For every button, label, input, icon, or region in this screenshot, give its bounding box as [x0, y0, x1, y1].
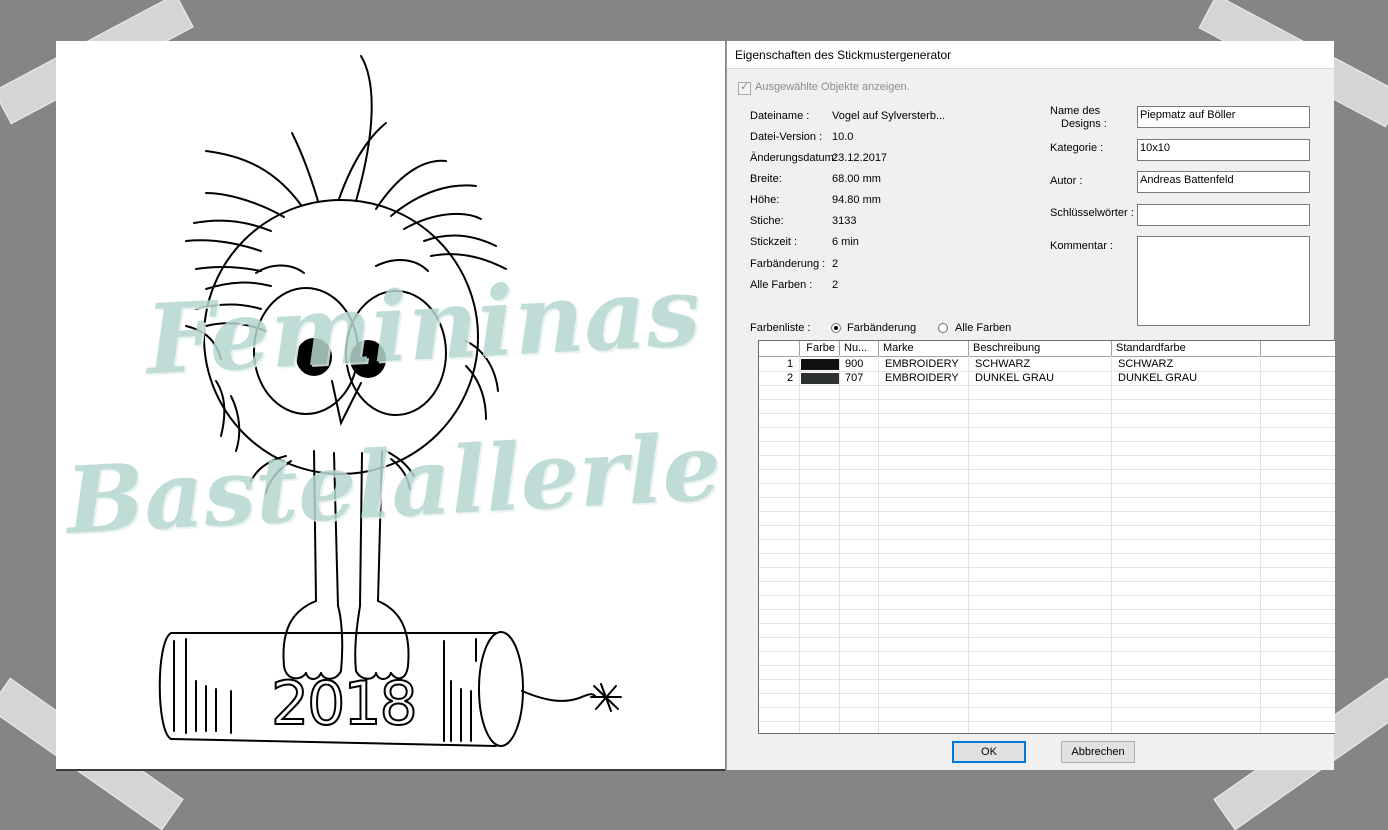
info-value: 3133 — [832, 215, 857, 227]
info-label: Datei-Version : — [750, 131, 823, 143]
radio-all-colors-label: Alle Farben — [955, 322, 1012, 334]
design-canvas[interactable]: Femininas Bastelallerlei 2018 — [56, 41, 725, 771]
keywords-input[interactable] — [1137, 204, 1310, 226]
row-color-swatch — [801, 373, 839, 384]
info-value: 68.00 mm — [832, 173, 881, 185]
col-header-index[interactable] — [759, 341, 800, 356]
bird-design-drawing — [158, 55, 622, 747]
col-header-description[interactable]: Beschreibung — [969, 341, 1112, 356]
info-label: Stickzeit : — [750, 236, 798, 248]
row-brand: EMBROIDERY — [885, 372, 959, 384]
info-label: Breite: — [750, 173, 782, 185]
info-label: Änderungsdatum: — [750, 152, 837, 164]
keywords-label: Schlüsselwörter : — [1050, 207, 1134, 219]
design-name-label-2: Designs : — [1061, 118, 1107, 130]
info-value: Vogel auf Sylversterb... — [832, 110, 946, 122]
cancel-button[interactable]: Abbrechen — [1061, 741, 1135, 763]
row-number: 707 — [845, 372, 864, 384]
row-standard: SCHWARZ — [1118, 358, 1174, 370]
comment-label: Kommentar : — [1050, 240, 1113, 252]
col-header-number[interactable]: Nu... — [840, 341, 879, 356]
radio-all-colors[interactable] — [938, 323, 948, 333]
col-header-color[interactable]: Farbe — [800, 341, 840, 356]
col-header-standard[interactable]: Standardfarbe — [1112, 341, 1261, 356]
info-label: Höhe: — [750, 194, 780, 206]
info-value: 23.12.2017 — [832, 152, 888, 164]
info-value: 6 min — [832, 236, 859, 248]
info-label: Alle Farben : — [750, 279, 813, 291]
info-label: Dateiname : — [750, 110, 810, 122]
ok-button[interactable]: OK — [952, 741, 1026, 763]
comment-textarea[interactable] — [1137, 236, 1310, 326]
row-color-swatch — [801, 359, 839, 370]
row-standard: DUNKEL GRAU — [1118, 372, 1198, 384]
row-index: 2 — [787, 372, 794, 384]
design-year-text: 2018 — [270, 668, 419, 740]
author-label: Autor : — [1050, 175, 1083, 187]
category-label: Kategorie : — [1050, 142, 1104, 154]
row-description: SCHWARZ — [975, 358, 1031, 370]
info-value: 2 — [832, 258, 839, 270]
dialog-title: Eigenschaften des Stickmustergenerator — [735, 48, 952, 62]
info-value: 94.80 mm — [832, 194, 881, 206]
table-header: Farbe Nu... Marke Beschreibung Standardf… — [759, 341, 1335, 357]
radio-color-changes-label: Farbänderung — [847, 322, 917, 334]
dialog-titlebar: Eigenschaften des Stickmustergenerator — [727, 41, 1334, 69]
info-label: Farbänderung : — [750, 258, 826, 270]
radio-color-changes[interactable] — [831, 323, 841, 333]
row-index: 1 — [787, 358, 794, 370]
color-table[interactable]: Farbe Nu... Marke Beschreibung Standardf… — [758, 340, 1335, 734]
design-name-label-1: Name des — [1050, 105, 1101, 117]
properties-dialog: Eigenschaften des Stickmustergenerator A… — [726, 41, 1335, 770]
row-description: DUNKEL GRAU — [975, 372, 1055, 384]
show-selected-label: Ausgewählte Objekte anzeigen. — [755, 81, 910, 93]
author-input[interactable]: Andreas Battenfeld — [1137, 171, 1310, 193]
row-number: 900 — [845, 358, 864, 370]
category-input[interactable]: 10x10 — [1137, 139, 1310, 161]
show-selected-checkbox[interactable] — [738, 80, 751, 95]
row-brand: EMBROIDERY — [885, 358, 959, 370]
info-value: 2 — [832, 279, 839, 291]
info-label: Stiche: — [750, 215, 784, 227]
col-header-brand[interactable]: Marke — [879, 341, 969, 356]
design-name-input[interactable]: Piepmatz auf Böller — [1137, 106, 1310, 128]
color-list-label: Farbenliste : — [750, 322, 811, 334]
info-value: 10.0 — [832, 131, 854, 143]
